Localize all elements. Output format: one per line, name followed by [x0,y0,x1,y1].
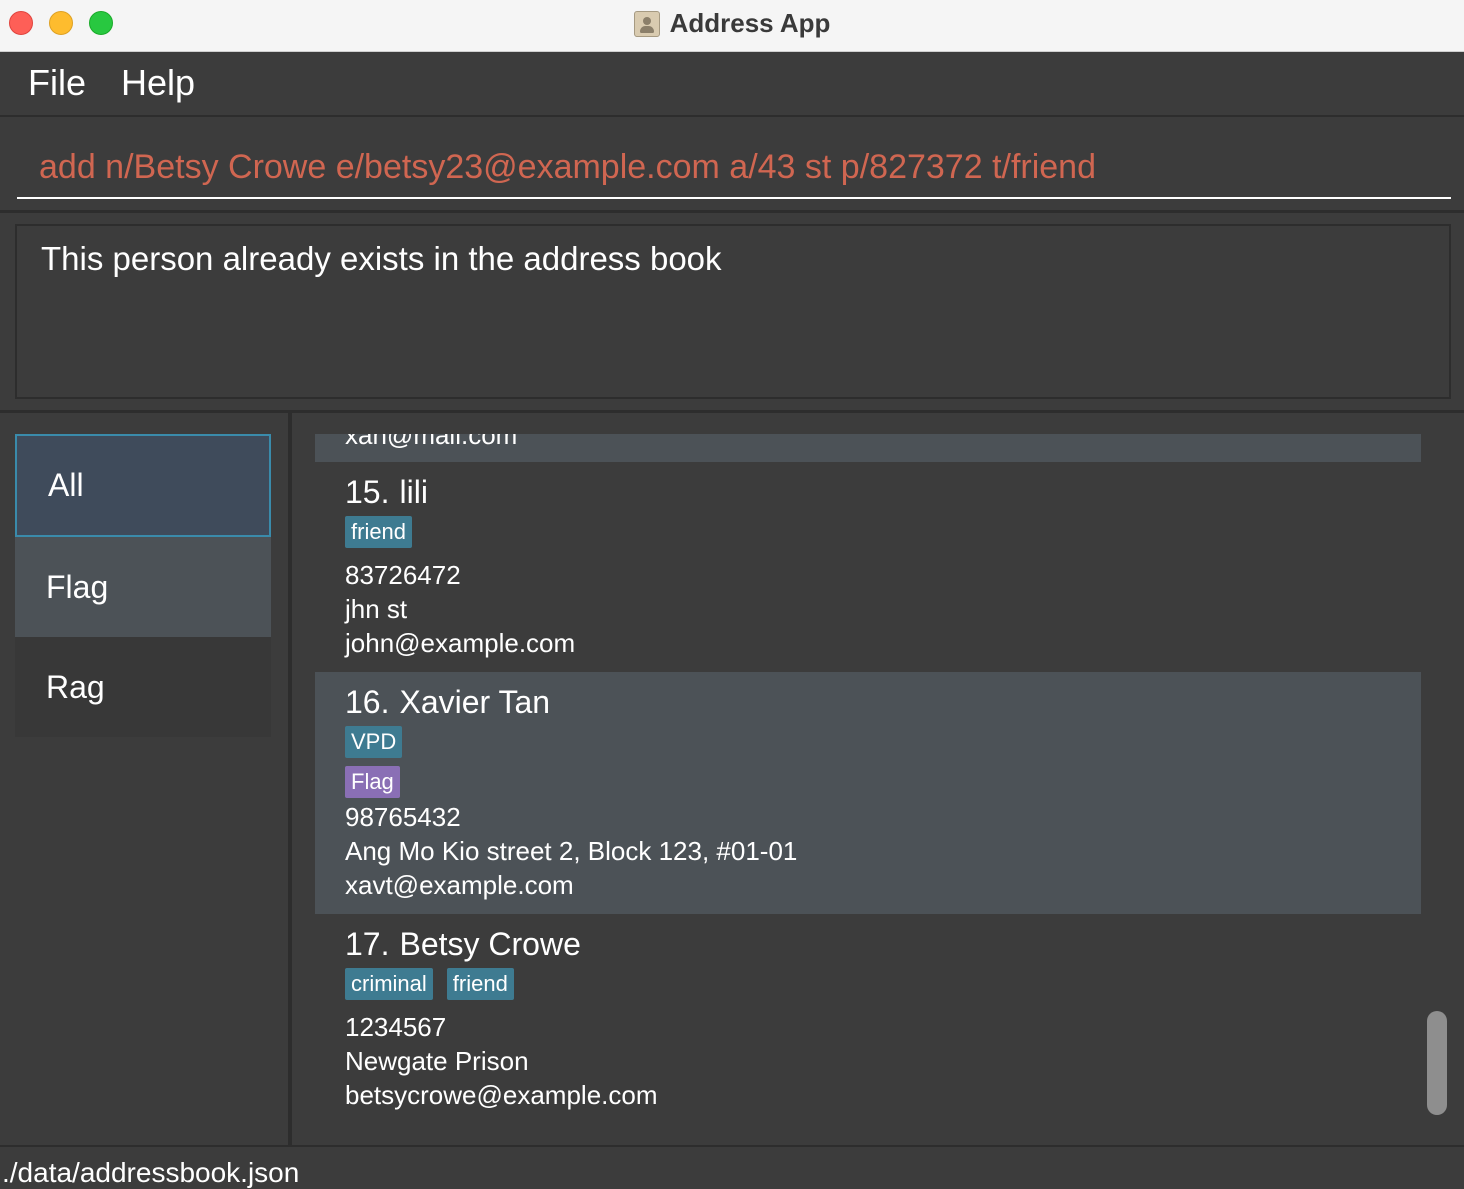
person-list[interactable]: xan@mail.com 15. lili friend 83726472 jhn… [315,434,1421,1124]
person-name-row: 16. Xavier Tan [345,684,550,721]
sidebar-item-rag[interactable]: Rag [15,637,271,737]
person-card[interactable]: 15. lili friend 83726472 jhn st john@exam… [315,462,1421,672]
person-name-row: 17. Betsy Crowe [345,926,581,963]
person-email: john@example.com [345,628,576,658]
tag: friend [446,968,514,1000]
person-address: Ang Mo Kio street 2, Block 123, #01-01 [345,836,798,866]
person-phone: 1234567 [345,1012,447,1042]
person-email: xan@mail.com [345,434,518,450]
sidebar: All Flag Rag [0,413,292,1145]
sidebar-item-flag[interactable]: Flag [15,537,271,637]
person-card[interactable]: 17. Betsy Crowe criminal friend 1234567 N… [315,914,1421,1124]
person-address: jhn st [345,594,408,624]
command-input[interactable] [17,137,1451,199]
person-address: Newgate Prison [345,1046,529,1076]
person-flags: Flag [345,766,400,798]
tag: friend [345,516,413,548]
sidebar-item-label: Rag [46,668,105,705]
person-name: lili [399,474,428,510]
save-location-path: ./data/addressbook.json [2,1157,300,1188]
status-bar: ./data/addressbook.json [0,1145,1464,1188]
tag: VPD [345,726,403,758]
tag: criminal [345,968,433,1000]
address-book-icon [633,10,660,37]
person-email: betsycrowe@example.com [345,1080,658,1110]
person-name-row: 15. lili [345,474,428,511]
result-display: This person already exists in the addres… [15,224,1451,399]
menu-help[interactable]: Help [121,62,195,104]
sidebar-item-label: All [48,467,84,503]
person-tags: VPD [345,726,403,758]
person-index: 15. [345,474,390,510]
menu-bar: File Help [0,52,1464,117]
person-name: Xavier Tan [399,684,551,720]
person-name: Betsy Crowe [399,926,581,962]
person-card-partial[interactable]: xan@mail.com [315,434,1421,462]
sidebar-item-label: Flag [46,568,109,605]
person-tags: criminal friend [345,968,514,1000]
result-display-area: This person already exists in the addres… [0,213,1464,413]
person-index: 16. [345,684,390,720]
command-box-area [0,117,1464,213]
window-title-inner: Address App [633,0,831,47]
list-scrollbar-thumb[interactable] [1427,1011,1447,1115]
menu-file[interactable]: File [28,62,86,104]
window-title: Address App [669,8,831,38]
title-bar: Address App [0,0,1464,52]
flag-tag: Flag [345,766,400,798]
person-index: 17. [345,926,390,962]
sidebar-item-all[interactable]: All [15,434,271,537]
person-phone: 98765432 [345,802,461,832]
person-tags: friend [345,516,413,548]
person-email: xavt@example.com [345,870,574,900]
window-title-wrap: Address App [0,0,1464,47]
person-card[interactable]: 16. Xavier Tan VPD Flag 98765432 Ang Mo K… [315,672,1421,914]
person-phone: 83726472 [345,560,461,590]
